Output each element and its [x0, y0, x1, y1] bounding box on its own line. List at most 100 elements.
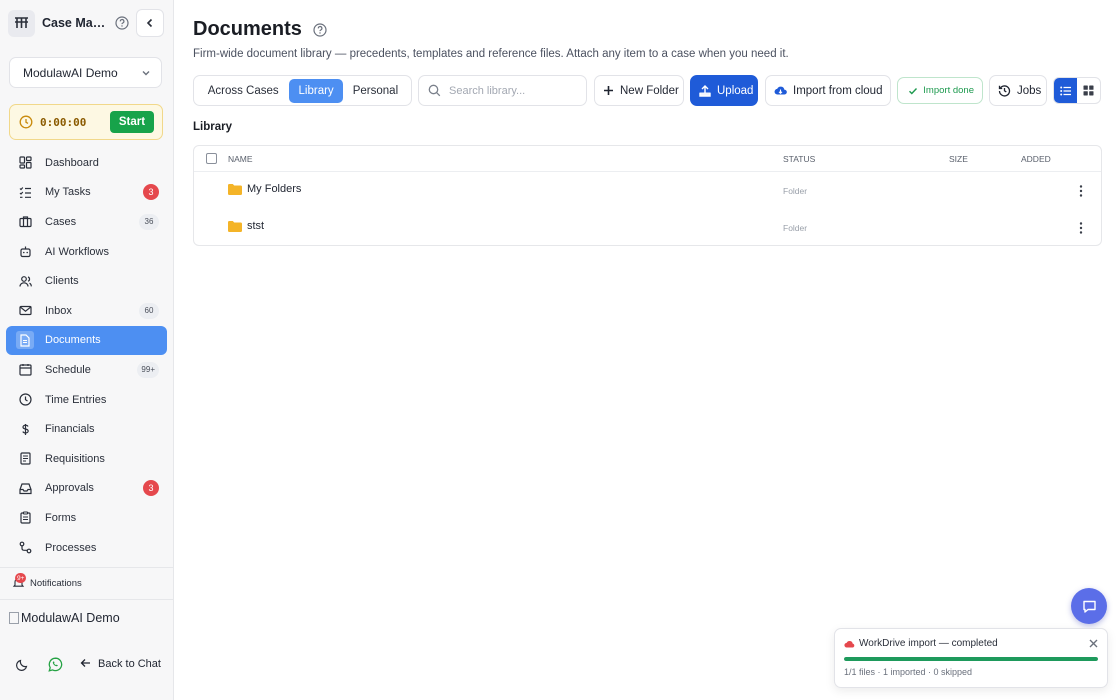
process-icon [18, 541, 32, 555]
import-from-cloud-button[interactable]: Import from cloud [765, 75, 891, 106]
sidebar-item-label: Inbox [45, 304, 72, 317]
more-options-icon[interactable] [1076, 221, 1086, 235]
document-icon [16, 331, 34, 350]
back-to-chat-link[interactable]: Back to Chat [80, 657, 161, 671]
tab-personal[interactable]: Personal [343, 79, 408, 103]
sidebar-item-ai-workflows[interactable]: AI Workflows [6, 237, 167, 267]
chat-bubble-icon [1082, 600, 1096, 613]
clipboard-icon [18, 511, 32, 525]
bell-icon: 9+ [12, 573, 27, 590]
folder-icon [228, 183, 242, 195]
list-view-button[interactable] [1054, 78, 1077, 103]
tasks-icon [18, 185, 32, 199]
plus-icon [603, 84, 614, 98]
sidebar-item-clients[interactable]: Clients [6, 266, 167, 296]
start-timer-button[interactable]: Start [110, 111, 154, 133]
tab-library[interactable]: Library [289, 78, 343, 103]
status-cell: Folder [783, 186, 808, 196]
app-title: Case Management [42, 16, 106, 30]
more-options-icon[interactable] [1076, 184, 1086, 198]
help-icon[interactable] [114, 15, 130, 31]
approvals-count-badge: 3 [143, 480, 159, 497]
sidebar-item-time-entries[interactable]: Time Entries [6, 385, 167, 415]
folder-icon [228, 220, 242, 232]
tasks-count-badge: 3 [143, 184, 159, 201]
users-icon [18, 274, 32, 288]
folder-name-cell[interactable]: My Folders [228, 183, 301, 195]
library-table: NAME STATUS SIZE ADDED My Folders Folder… [193, 145, 1102, 246]
sidebar-item-label: Documents [45, 334, 101, 347]
sidebar-item-label: Approvals [45, 482, 94, 495]
column-header-name[interactable]: NAME [228, 154, 253, 164]
sidebar-item-label: Dashboard [45, 156, 99, 169]
notifications-label: Notifications [30, 577, 82, 589]
close-icon[interactable] [1089, 637, 1098, 651]
arrow-left-icon [80, 657, 91, 671]
table-row[interactable]: stst Folder [194, 209, 1101, 246]
whatsapp-icon [47, 657, 62, 672]
sidebar-item-requisitions[interactable]: Requisitions [6, 444, 167, 474]
upload-label: Upload [717, 84, 754, 97]
import-done-label: Import done [923, 85, 974, 96]
upload-icon [699, 84, 711, 98]
sidebar-item-documents[interactable]: Documents [6, 325, 167, 356]
sidebar-item-processes[interactable]: Processes [6, 533, 167, 563]
collapse-sidebar-button[interactable] [136, 9, 164, 37]
column-header-size[interactable]: SIZE [949, 154, 968, 164]
import-progress-fill [844, 657, 1098, 661]
sidebar-item-label: Forms [45, 511, 77, 524]
column-header-added[interactable]: ADDED [1021, 154, 1051, 164]
grid-icon [1083, 85, 1094, 96]
sidebar-header: Case Management [8, 8, 166, 38]
sidebar-item-dashboard[interactable]: Dashboard [6, 148, 167, 178]
sidebar-item-schedule[interactable]: Schedule 99+ [6, 355, 167, 385]
sidebar-item-inbox[interactable]: Inbox 60 [6, 296, 167, 326]
sidebar-item-approvals[interactable]: Approvals 3 [6, 474, 167, 504]
new-folder-button[interactable]: New Folder [594, 75, 684, 106]
view-mode-toggle [1053, 77, 1101, 104]
schedule-count-badge: 99+ [137, 361, 159, 378]
import-progress-bar [844, 657, 1098, 661]
page-title: Documents [193, 18, 328, 41]
sidebar-item-cases[interactable]: Cases 36 [6, 207, 167, 237]
back-to-chat-label: Back to Chat [98, 658, 161, 670]
chevron-left-icon [146, 18, 153, 28]
chat-button[interactable] [1071, 588, 1107, 624]
upload-button[interactable]: Upload [690, 75, 758, 106]
documents-toolbar: Across Cases Library Personal New Folder… [193, 75, 1103, 106]
sidebar-item-forms[interactable]: Forms [6, 503, 167, 533]
broken-image-icon [9, 612, 19, 624]
tab-across-cases[interactable]: Across Cases [197, 79, 289, 103]
search-input[interactable] [449, 84, 569, 97]
sidebar-footer: Back to Chat [14, 656, 161, 672]
requisition-icon [18, 452, 32, 466]
table-row[interactable]: My Folders Folder [194, 172, 1101, 209]
clock-icon [18, 393, 32, 407]
page-title-text: Documents [193, 18, 302, 40]
import-done-status[interactable]: Import done [897, 77, 983, 104]
notifications-button[interactable]: 9+ Notifications [12, 573, 82, 590]
sidebar-item-label: Requisitions [45, 452, 105, 465]
jobs-button[interactable]: Jobs [989, 75, 1047, 106]
help-icon[interactable] [312, 22, 328, 38]
sidebar-item-my-tasks[interactable]: My Tasks 3 [6, 178, 167, 208]
dark-mode-toggle[interactable] [14, 656, 30, 672]
workspace-select[interactable]: ModulawAI Demo [9, 57, 162, 88]
ai-workflow-icon [18, 245, 32, 259]
section-title: Library [193, 121, 232, 133]
page-subtitle: Firm-wide document library — precedents,… [193, 48, 789, 60]
select-all-checkbox[interactable] [206, 153, 217, 164]
user-avatar-alt-text: ModulawAI Demo [21, 611, 120, 625]
whatsapp-button[interactable] [47, 656, 63, 672]
inbox-tray-icon [18, 481, 32, 495]
folder-name-cell[interactable]: stst [228, 220, 264, 232]
sidebar-item-financials[interactable]: Financials [6, 414, 167, 444]
sidebar: Case Management ModulawAI Demo 0:00:00 S… [0, 0, 174, 700]
table-header: NAME STATUS SIZE ADDED [194, 146, 1101, 172]
chevron-down-icon [142, 70, 150, 75]
column-header-status[interactable]: STATUS [783, 154, 815, 164]
folder-name: My Folders [247, 183, 302, 195]
briefcase-icon [18, 215, 32, 229]
user-avatar[interactable]: ModulawAI Demo [9, 611, 120, 625]
grid-view-button[interactable] [1077, 78, 1100, 103]
